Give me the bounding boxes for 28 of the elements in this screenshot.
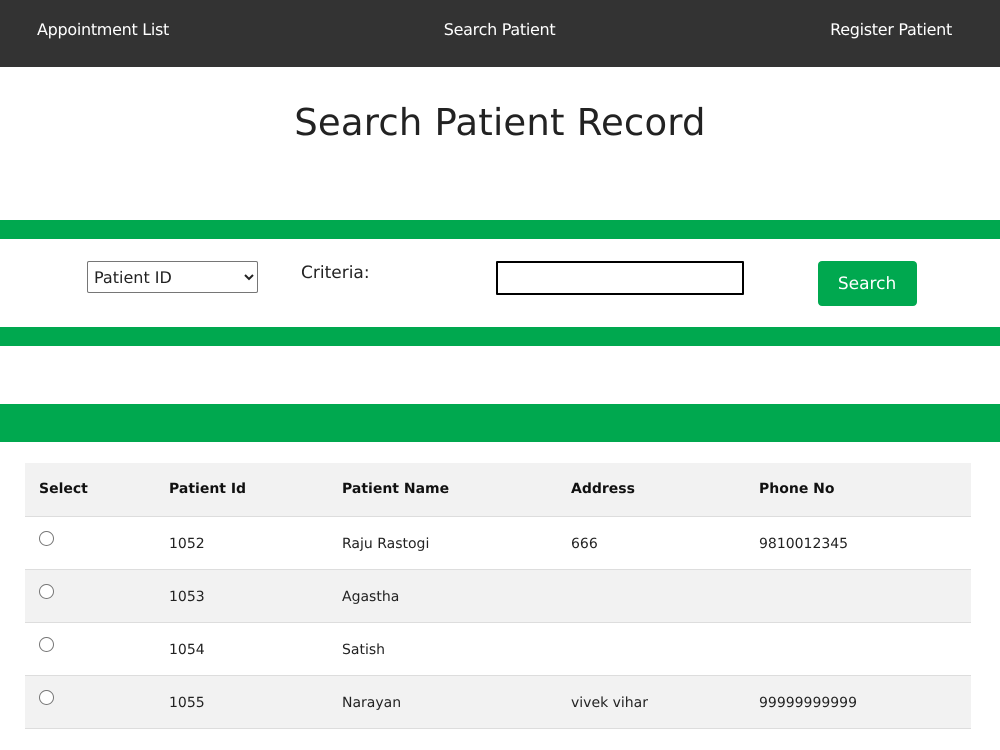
nav-link[interactable]: Appointment List <box>37 20 170 39</box>
table-cell-text: 1054 <box>169 640 205 658</box>
radio-button[interactable] <box>39 690 54 705</box>
criteria-input[interactable] <box>496 261 744 295</box>
table-cell-text: 666 <box>571 534 598 552</box>
table-cell-text: 99999999999 <box>759 694 857 710</box>
table-cell-text: Satish <box>342 640 386 658</box>
table-cell-text: 1052 <box>169 534 205 552</box>
table-cell-text: 1053 <box>169 588 205 604</box>
page-title: Search Patient Record <box>293 101 707 146</box>
filter-select[interactable]: Patient ID <box>87 261 258 293</box>
column-header: Patient Id <box>155 463 328 516</box>
table-cell-text: Agastha <box>342 588 400 604</box>
nav-link[interactable]: Search Patient <box>444 20 556 39</box>
table-cell-text: vivek vihar <box>571 694 648 710</box>
radio-button[interactable] <box>39 637 54 652</box>
criteria-label: Criteria: <box>301 263 370 283</box>
table-cell-text: Narayan <box>342 694 402 710</box>
radio-button[interactable] <box>39 531 54 546</box>
nav-link[interactable]: Register Patient <box>830 20 952 39</box>
table-cell-text: Raju Rastogi <box>342 534 430 552</box>
column-header: Phone No <box>745 463 971 516</box>
table-cell-text: 1055 <box>169 694 205 710</box>
table-cell-text: 9810012345 <box>759 534 848 552</box>
radio-button[interactable] <box>39 584 54 599</box>
column-header: Address <box>557 463 745 516</box>
column-header: Patient Name <box>328 463 557 516</box>
column-header: Select <box>25 463 155 516</box>
